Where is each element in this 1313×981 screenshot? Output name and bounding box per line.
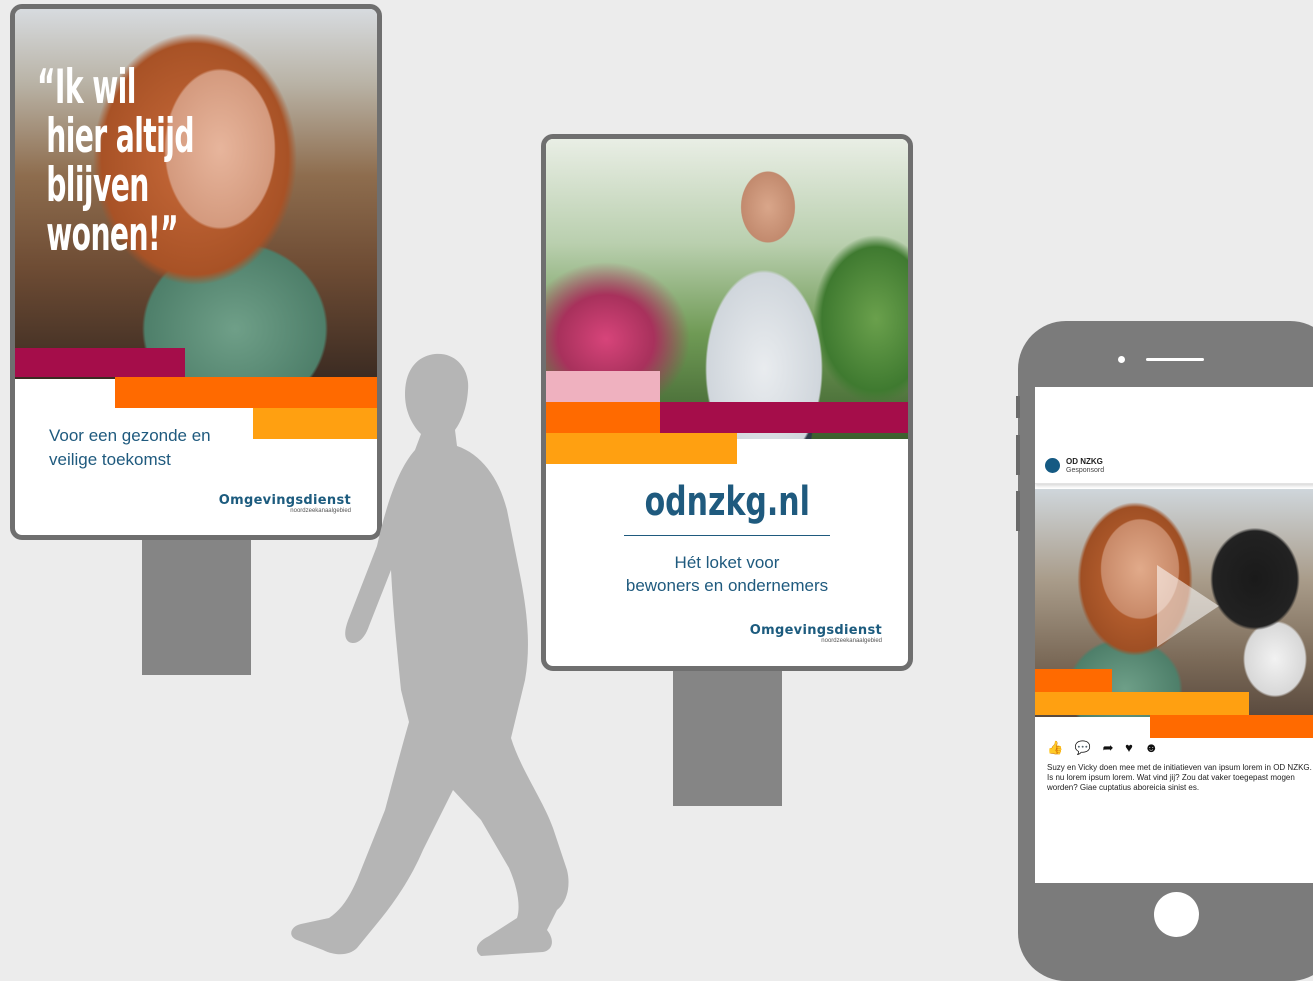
middle-billboard-post xyxy=(673,670,782,806)
tagline-line: Voor een gezonde en xyxy=(49,426,211,445)
phone-side-button xyxy=(1016,435,1020,475)
logo-subtitle: noordzeekanaalgebied xyxy=(821,638,882,644)
amber-bar xyxy=(1035,692,1249,715)
url-text: odnzkg.nl xyxy=(644,479,810,525)
billboard-quote: “Ik wil hier altijd blijven wonen!” xyxy=(37,60,195,262)
website-url: odnzkg.nl xyxy=(546,479,908,525)
phone-side-button xyxy=(1016,491,1020,531)
orange-bar xyxy=(1150,715,1313,738)
smartphone: OD NZKG Gesponsord 👍 💬 ➦ ♥ ☻ Suzy en Vic… xyxy=(1016,321,1313,981)
orange-bar xyxy=(1035,669,1112,692)
logo-wordmark: Omgevingsdienst xyxy=(749,623,882,638)
play-icon[interactable] xyxy=(1157,565,1219,647)
sponsored-label: Gesponsord xyxy=(1066,467,1105,474)
account-name[interactable]: OD NZKG xyxy=(1066,457,1103,466)
post-caption: Suzy en Vicky doen mee met de initiatiev… xyxy=(1047,763,1312,792)
billboard-tagline: Voor een gezonde en veilige toekomst xyxy=(49,424,211,472)
subtitle-line: Hét loket voor xyxy=(674,553,780,572)
subtitle-line: bewoners en ondernemers xyxy=(625,576,829,595)
phone-side-button xyxy=(1016,396,1020,418)
front-camera xyxy=(1118,356,1125,363)
left-billboard-post xyxy=(142,539,251,675)
brand-logo: Omgevingsdienst noordzeekanaalgebied xyxy=(750,623,882,644)
middle-billboard: odnzkg.nl Hét loket voor bewoners en ond… xyxy=(541,134,913,671)
reaction-icons[interactable]: 👍 💬 ➦ ♥ ☻ xyxy=(1047,740,1162,756)
walking-person-silhouette xyxy=(291,353,569,956)
earpiece-speaker xyxy=(1146,358,1204,361)
tagline-line: veilige toekomst xyxy=(49,450,171,469)
url-underline xyxy=(624,535,830,536)
magenta-bar xyxy=(660,402,908,433)
home-button[interactable] xyxy=(1154,892,1199,937)
billboard-subtitle: Hét loket voor bewoners en ondernemers xyxy=(546,551,908,597)
phone-screen: OD NZKG Gesponsord 👍 💬 ➦ ♥ ☻ Suzy en Vic… xyxy=(1035,387,1313,883)
magenta-bar xyxy=(15,348,185,377)
account-avatar[interactable] xyxy=(1045,458,1060,473)
